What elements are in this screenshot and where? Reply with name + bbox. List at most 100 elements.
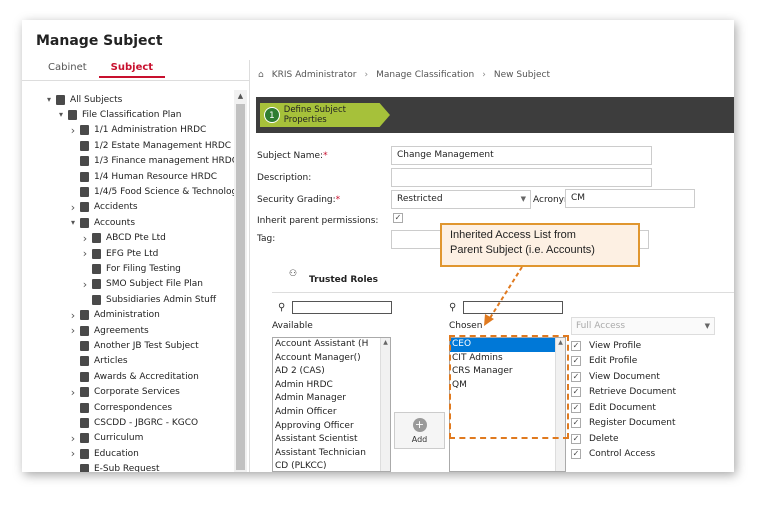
callout-note: Inherited Access List from Parent Subjec…: [440, 223, 640, 267]
add-button[interactable]: + Add: [394, 412, 445, 449]
tab-cabinet[interactable]: Cabinet: [36, 58, 99, 78]
tree-node[interactable]: 1/4/5 Food Science & Technology: [68, 184, 234, 199]
chevron-right-icon[interactable]: ›: [68, 386, 78, 399]
tab-bar: Cabinet Subject: [36, 58, 166, 80]
security-grading-select[interactable]: Restricted ▼: [391, 190, 531, 209]
chevron-right-icon[interactable]: ›: [68, 324, 78, 337]
chevron-down-icon[interactable]: ▾: [56, 110, 66, 119]
tree-node[interactable]: › Accidents: [68, 200, 138, 215]
chevron-right-icon[interactable]: ›: [80, 278, 90, 291]
scroll-up-icon[interactable]: ▲: [234, 90, 247, 102]
permission-checkbox[interactable]: ✓: [571, 449, 581, 459]
list-item[interactable]: AD 2 (CAS): [273, 365, 390, 379]
breadcrumb-item-classification[interactable]: Manage Classification: [376, 70, 474, 80]
chevron-down-icon[interactable]: ▾: [68, 218, 78, 227]
chevron-right-icon[interactable]: ›: [80, 232, 90, 245]
folder-icon: [80, 417, 89, 428]
folder-icon: [80, 448, 89, 459]
list-item[interactable]: Assistant Technician: [273, 447, 390, 461]
tree-node[interactable]: ▾ File Classification Plan: [56, 107, 181, 122]
breadcrumb: ⌂ KRIS Administrator › Manage Classifica…: [258, 70, 558, 80]
tree-node-label: Education: [94, 448, 139, 459]
list-item[interactable]: Admin Manager: [273, 392, 390, 406]
folder-icon: [80, 464, 89, 472]
tree-node[interactable]: › Administration: [68, 308, 160, 323]
permission-checkbox[interactable]: ✓: [571, 340, 581, 351]
access-level-select[interactable]: Full Access ▼: [571, 317, 715, 335]
tree-node-label: 1/3 Finance management HRDC: [94, 156, 234, 167]
list-item[interactable]: Account Assistant (H: [273, 338, 390, 352]
breadcrumb-item-admin[interactable]: KRIS Administrator: [272, 70, 357, 80]
tree-node[interactable]: 1/4 Human Resource HRDC: [68, 169, 217, 184]
tree-node-label: SMO Subject File Plan: [106, 279, 203, 290]
tree-node[interactable]: Articles: [68, 354, 128, 369]
subject-name-input[interactable]: Change Management: [391, 146, 652, 165]
list-item[interactable]: Account Manager(): [273, 352, 390, 366]
chevron-right-icon[interactable]: ›: [68, 432, 78, 445]
chosen-search-input[interactable]: [463, 300, 563, 314]
inherit-permissions-checkbox[interactable]: ✓: [393, 213, 403, 223]
tree-node-label: Corporate Services: [94, 387, 180, 398]
folder-icon: [80, 310, 89, 321]
wizard-step-1[interactable]: 1 Define Subject Properties: [260, 103, 390, 127]
available-roles-list[interactable]: Account Assistant (H Account Manager() AD …: [272, 337, 391, 472]
tree-node[interactable]: Subsidiaries Admin Stuff: [80, 292, 216, 307]
page-title: Manage Subject: [36, 33, 163, 49]
chevron-right-icon[interactable]: ›: [68, 447, 78, 460]
tree-node-label: 1/4/5 Food Science & Technology: [94, 186, 234, 197]
description-input[interactable]: [391, 168, 652, 187]
tree-node[interactable]: CSCDD - JBGRC - KGCO: [68, 415, 198, 430]
available-list-scrollbar[interactable]: ▲: [380, 338, 390, 471]
tree-node[interactable]: Awards & Accreditation: [68, 369, 199, 384]
tree-node[interactable]: E-Sub Request: [68, 462, 159, 472]
tree-node[interactable]: › EFG Pte Ltd: [80, 246, 159, 261]
chevron-right-icon[interactable]: ›: [80, 247, 90, 260]
scroll-up-icon[interactable]: ▲: [381, 338, 390, 348]
list-item[interactable]: CD (PLKCC): [273, 460, 390, 471]
tree-scrollbar[interactable]: ▲: [234, 90, 247, 472]
home-icon[interactable]: ⌂: [258, 70, 264, 80]
list-item[interactable]: Admin Officer: [273, 406, 390, 420]
tree-node[interactable]: For Filing Testing: [80, 261, 181, 276]
tree-node[interactable]: › Curriculum: [68, 431, 144, 446]
tree-node[interactable]: 1/2 Estate Management HRDC: [68, 138, 231, 153]
available-search-input[interactable]: [292, 300, 392, 314]
panel-divider: [249, 60, 250, 472]
tree-node[interactable]: Another JB Test Subject: [68, 338, 199, 353]
tree-node[interactable]: ▾ Accounts: [68, 215, 135, 230]
tree-node[interactable]: ▾ All Subjects: [44, 92, 122, 107]
tree-node[interactable]: › Agreements: [68, 323, 149, 338]
list-item[interactable]: Assistant Scientist: [273, 433, 390, 447]
tree-node[interactable]: › SMO Subject File Plan: [80, 277, 203, 292]
permission-checkbox[interactable]: ✓: [571, 371, 581, 382]
chevron-right-icon[interactable]: ›: [68, 124, 78, 137]
permission-checkbox[interactable]: ✓: [571, 418, 581, 428]
available-label: Available: [272, 321, 313, 331]
permission-label: Edit Document: [589, 402, 656, 413]
permission-checkbox[interactable]: ✓: [571, 356, 581, 366]
chosen-label: Chosen: [449, 321, 483, 331]
tree-node[interactable]: › Corporate Services: [68, 385, 180, 400]
inherit-permissions-label: Inherit parent permissions:: [257, 216, 379, 226]
permission-checkbox[interactable]: ✓: [571, 402, 581, 413]
scroll-thumb[interactable]: [236, 104, 245, 470]
chevron-down-icon[interactable]: ▾: [44, 95, 54, 104]
tree-node[interactable]: › ABCD Pte Ltd: [80, 231, 166, 246]
list-item[interactable]: Approving Officer: [273, 420, 390, 434]
folder-icon: [80, 325, 89, 336]
permission-checkbox[interactable]: ✓: [571, 387, 581, 397]
tree-node[interactable]: 1/3 Finance management HRDC: [68, 154, 234, 169]
acronym-input[interactable]: CM: [565, 189, 695, 208]
chevron-right-icon[interactable]: ›: [68, 309, 78, 322]
chevron-right-icon[interactable]: ›: [68, 201, 78, 214]
wizard-bar: 1 Define Subject Properties: [256, 97, 734, 133]
permission-checkbox[interactable]: ✓: [571, 433, 581, 444]
tab-subject[interactable]: Subject: [98, 58, 166, 78]
tree-node[interactable]: › Education: [68, 446, 139, 461]
list-item[interactable]: Admin HRDC: [273, 379, 390, 393]
tree-node[interactable]: Correspondences: [68, 400, 172, 415]
permission-label: Edit Profile: [589, 356, 638, 366]
tree-node-label: File Classification Plan: [82, 109, 182, 120]
tree-node[interactable]: › 1/1 Administration HRDC: [68, 123, 207, 138]
folder-icon: [80, 125, 89, 136]
